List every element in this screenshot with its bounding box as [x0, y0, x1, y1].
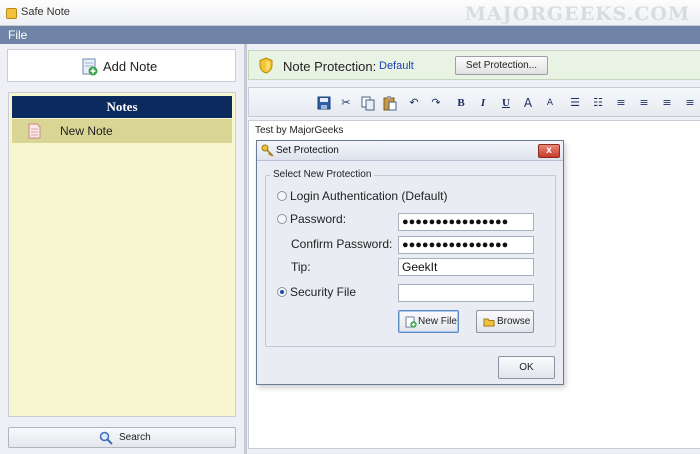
tip-label: Tip:: [291, 260, 311, 274]
window-title: Safe Note: [21, 6, 70, 18]
copy-icon[interactable]: [360, 95, 376, 111]
title-bar: Safe Note MAJORGEEKS.COM: [0, 0, 700, 26]
close-button[interactable]: x: [538, 144, 560, 158]
shield-icon: [259, 57, 273, 74]
new-file-label: New File: [418, 316, 457, 327]
add-note-label: Add Note: [103, 59, 158, 74]
shrink-font-button[interactable]: A: [542, 95, 558, 111]
notes-sidebar: Add Note Notes New Note Search: [0, 44, 244, 454]
bullet-list-icon[interactable]: ☰: [567, 95, 583, 111]
password-label: Password:: [290, 212, 347, 226]
new-file-button[interactable]: New File: [398, 310, 459, 333]
menu-bar: File: [0, 26, 700, 44]
set-protection-button[interactable]: Set Protection...: [455, 56, 548, 75]
set-protection-dialog: Set Protection x Select New Protection L…: [256, 140, 564, 385]
menu-file[interactable]: File: [8, 28, 27, 42]
format-toolbar: ✂ ↶ ↷ B I U A A ☰ ☷ ≡ ≡ ≡ ≡: [248, 87, 700, 117]
login-auth-radio[interactable]: [277, 191, 287, 201]
italic-button[interactable]: I: [475, 95, 491, 111]
align-center-icon[interactable]: ≡: [636, 95, 652, 111]
browse-label: Browse: [497, 316, 531, 327]
search-icon: [99, 431, 113, 445]
login-auth-label: Login Authentication (Default): [290, 189, 448, 203]
redo-icon[interactable]: ↷: [428, 95, 444, 111]
cut-icon[interactable]: ✂: [338, 95, 354, 111]
save-icon[interactable]: [316, 95, 332, 111]
confirm-password-field[interactable]: ●●●●●●●●●●●●●●●●: [398, 236, 534, 254]
note-label: New Note: [60, 124, 113, 138]
align-right-icon[interactable]: ≡: [659, 95, 675, 111]
align-left-icon[interactable]: ≡: [613, 95, 629, 111]
watermark: MAJORGEEKS.COM: [464, 3, 690, 25]
security-file-radio[interactable]: [277, 287, 287, 297]
note-content: Test by MajorGeeks: [255, 125, 344, 136]
notes-list-panel: Notes New Note: [8, 92, 236, 417]
grow-font-button[interactable]: A: [520, 95, 536, 111]
search-button[interactable]: Search: [8, 427, 236, 448]
dialog-title: Set Protection: [276, 145, 339, 156]
password-radio[interactable]: [277, 214, 287, 224]
protection-value: Default: [379, 60, 414, 72]
app-icon: [6, 8, 17, 19]
justify-icon[interactable]: ≡: [682, 95, 698, 111]
add-note-icon: [82, 58, 98, 76]
confirm-password-label: Confirm Password:: [291, 237, 393, 251]
add-note-button[interactable]: Add Note: [7, 49, 236, 82]
browse-button[interactable]: Browse: [476, 310, 534, 333]
tip-field[interactable]: GeekIt: [398, 258, 534, 276]
underline-button[interactable]: U: [498, 95, 514, 111]
note-icon: [28, 123, 41, 139]
dialog-title-bar[interactable]: Set Protection x: [257, 141, 563, 161]
key-icon: [261, 144, 274, 157]
password-field[interactable]: ●●●●●●●●●●●●●●●●: [398, 213, 534, 231]
numbered-list-icon[interactable]: ☷: [590, 95, 606, 111]
protection-label: Note Protection:: [283, 59, 377, 74]
list-item[interactable]: New Note: [12, 119, 232, 143]
paste-icon[interactable]: [382, 95, 398, 111]
bold-button[interactable]: B: [453, 95, 469, 111]
folder-icon: [483, 318, 495, 327]
protection-bar: Note Protection: Default Set Protection.…: [248, 50, 700, 80]
notes-header: Notes: [12, 96, 232, 118]
undo-icon[interactable]: ↶: [406, 95, 422, 111]
security-file-field[interactable]: [398, 284, 534, 302]
search-label: Search: [119, 432, 151, 443]
security-file-label: Security File: [290, 285, 357, 299]
new-file-icon: [405, 316, 417, 328]
group-label: Select New Protection: [270, 169, 375, 180]
ok-button[interactable]: OK: [498, 356, 555, 379]
